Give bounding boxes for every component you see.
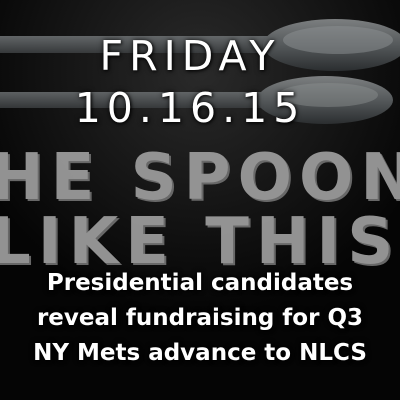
date-block: FRIDAY 10.16.15 [0,30,380,134]
background-text-line: LIKE THIS? [0,205,400,279]
headline: reveal fundraising for Q3 [36,305,364,331]
date-label: 10.16.15 [74,84,306,132]
news-graphic: HE SPOON LIKE THIS? FRIDAY 10.16.15 Pres… [0,0,400,400]
headline: Presidential candidates [46,270,354,296]
weekday-label: FRIDAY [99,32,281,80]
headline-list: Presidential candidates reveal fundraisi… [0,266,400,371]
headline: NY Mets advance to NLCS [33,340,367,366]
background-text-line: HE SPOON [0,141,400,215]
